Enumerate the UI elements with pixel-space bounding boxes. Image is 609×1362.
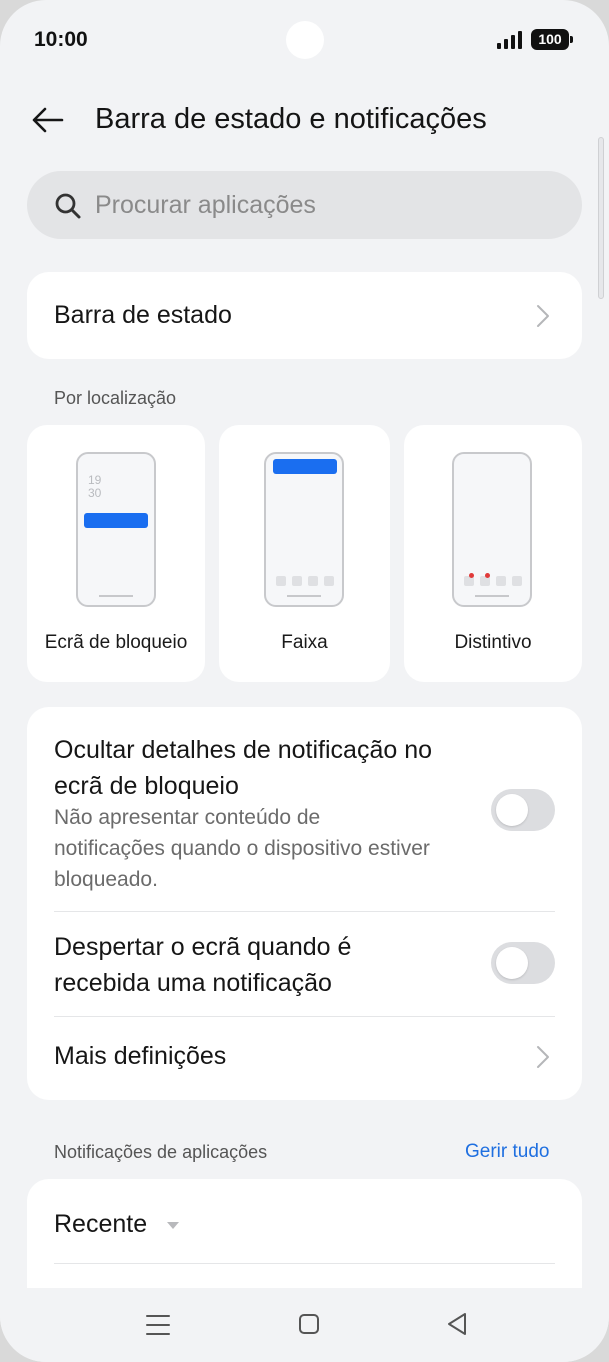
front-camera: [286, 21, 324, 59]
signal-icon: [497, 31, 523, 49]
search-icon: [54, 192, 82, 220]
divider: [54, 1263, 555, 1264]
search-bar[interactable]: [27, 171, 582, 239]
notification-settings-card: Ocultar detalhes de notificação no ecrã …: [27, 707, 582, 1100]
more-settings-label: Mais definições: [54, 1042, 227, 1070]
wake-screen-title: Despertar o ecrã quando é recebida uma n…: [54, 933, 352, 997]
phone-screen: 10:00 100 Barra de estado e notificações…: [0, 0, 609, 1362]
notification-preview-bar: [273, 459, 337, 474]
chevron-right-icon: [535, 303, 551, 329]
navigation-bar: [0, 1288, 609, 1362]
location-tile-banner[interactable]: Faixa: [219, 425, 390, 682]
tile-label: Faixa: [281, 632, 328, 653]
wake-screen-toggle[interactable]: [491, 942, 555, 984]
notification-preview-bar: [84, 513, 148, 528]
caret-down-icon: [167, 1222, 179, 1229]
preview-clock: 19 30: [88, 473, 102, 500]
status-bar: 10:00 100: [0, 0, 609, 80]
scrollbar[interactable]: [598, 137, 604, 299]
status-bar-settings-row[interactable]: Barra de estado: [27, 272, 582, 359]
more-settings-row[interactable]: Mais definições: [27, 1017, 582, 1100]
badge-preview: [452, 452, 532, 607]
manage-all-link[interactable]: Gerir tudo: [465, 1141, 549, 1163]
dock-preview: [464, 573, 524, 586]
dock-preview: [276, 576, 336, 586]
status-bar-row-label: Barra de estado: [54, 301, 232, 329]
menu-icon[interactable]: [146, 1314, 170, 1341]
page-title: Barra de estado e notificações: [95, 103, 487, 135]
tile-label: Distintivo: [454, 632, 532, 653]
sort-dropdown-label: Recente: [54, 1210, 148, 1238]
hide-details-title: Ocultar detalhes de notificação no ecrã …: [54, 736, 433, 800]
search-input[interactable]: [95, 171, 555, 239]
banner-preview: [264, 452, 344, 607]
sort-dropdown[interactable]: Recente: [54, 1207, 194, 1243]
chevron-right-icon: [535, 1044, 551, 1070]
tile-label: Ecrã de bloqueio: [44, 632, 188, 653]
location-tile-lock-screen[interactable]: 19 30 Ecrã de bloqueio: [27, 425, 205, 682]
location-tile-badge[interactable]: Distintivo: [404, 425, 582, 682]
back-arrow-icon[interactable]: [30, 102, 66, 138]
status-time: 10:00: [34, 28, 88, 51]
home-icon[interactable]: [298, 1313, 320, 1340]
divider: [54, 911, 555, 912]
back-triangle-icon[interactable]: [446, 1312, 468, 1341]
app-notifications-label: Notificações de aplicações: [54, 1142, 268, 1162]
hide-details-toggle[interactable]: [491, 789, 555, 831]
battery-icon: 100: [531, 29, 573, 50]
badge-dot: [469, 573, 474, 578]
lock-screen-preview: 19 30: [76, 452, 156, 607]
hide-details-description: Não apresentar conteúdo de notificações …: [54, 806, 430, 891]
by-location-label: Por localização: [54, 388, 177, 408]
badge-dot: [485, 573, 490, 578]
